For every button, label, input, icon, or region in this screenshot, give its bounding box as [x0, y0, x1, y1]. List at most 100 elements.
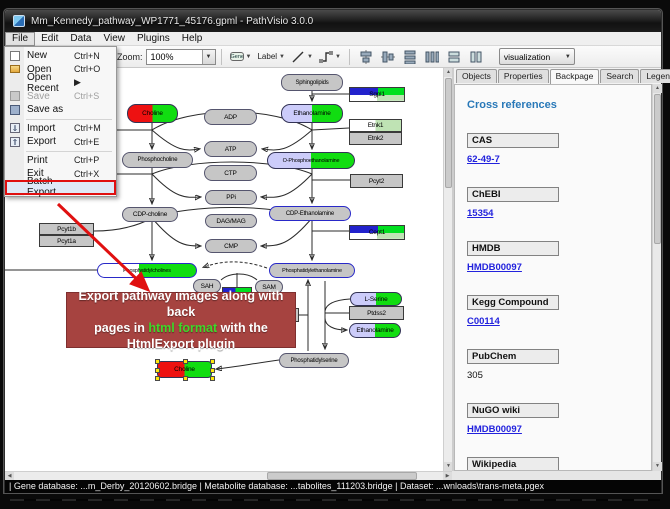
chevron-down-icon[interactable]: ▼	[307, 54, 313, 60]
scrollbar-thumb[interactable]	[654, 94, 661, 244]
xref-link[interactable]: HMDB00097	[467, 262, 651, 273]
menu-separator	[26, 119, 112, 120]
scroll-up-icon[interactable]: ▲	[653, 84, 662, 93]
chevron-down-icon[interactable]: ▼	[279, 54, 285, 60]
tab-properties[interactable]: Properties	[498, 69, 549, 83]
menu-shortcut: Ctrl+M	[74, 123, 112, 133]
pathway-node-sphingolipids[interactable]: Sphingolipids	[281, 74, 343, 91]
selection-handle[interactable]	[155, 376, 160, 381]
pathway-node-pcyt2[interactable]: Pcyt2	[350, 174, 403, 188]
pathway-node-adp[interactable]: ADP	[204, 109, 257, 125]
zoom-combobox[interactable]: 100% ▼	[146, 49, 216, 65]
pathway-node-ctp[interactable]: CTP	[204, 165, 257, 181]
common-height-icon[interactable]	[468, 49, 484, 65]
chevron-down-icon[interactable]: ▼	[335, 54, 341, 60]
pathway-node-ethanolamine[interactable]: Ethanolamine	[349, 323, 401, 338]
canvas-vertical-scrollbar[interactable]: ▲ ▼	[443, 68, 452, 471]
pathway-node-cmp[interactable]: CMP	[205, 239, 257, 253]
tab-objects[interactable]: Objects	[456, 69, 497, 83]
menu-view[interactable]: View	[97, 32, 131, 46]
xref-link[interactable]: C00114	[467, 316, 651, 327]
menu-file[interactable]: File	[5, 32, 35, 46]
selection-handle[interactable]	[183, 359, 188, 364]
selection-handle[interactable]	[155, 359, 160, 364]
align-horizontal-center-icon[interactable]	[358, 49, 374, 65]
file-menu-item-export[interactable]: ⇑ExportCtrl+E	[6, 135, 115, 149]
title-bar[interactable]: Mm_Kennedy_pathway_WP1771_45176.gpml - P…	[5, 10, 661, 32]
selection-handle[interactable]	[210, 368, 215, 373]
window-title: Mm_Kennedy_pathway_WP1771_45176.gpml - P…	[31, 16, 313, 27]
sidebar-tabs: ObjectsPropertiesBackpageSearchLegend	[456, 69, 670, 84]
xref-link[interactable]: 62-49-7	[467, 154, 651, 165]
pathway-node-phosphatidylcholines[interactable]: Phosphatidylcholines	[97, 263, 197, 278]
label-tool-text: Label	[257, 52, 277, 61]
pathway-node-choline[interactable]: Choline	[157, 361, 212, 378]
connector-tool-button[interactable]: ▼	[317, 48, 343, 66]
connector-icon	[319, 50, 333, 64]
menu-plugins[interactable]: Plugins	[131, 32, 176, 46]
distribute-vertical-icon[interactable]	[402, 49, 418, 65]
zoom-label: Zoom:	[117, 52, 143, 62]
pathway-node-l-serine[interactable]: L-Serine	[350, 292, 402, 306]
line-icon	[291, 50, 305, 64]
label-tool-button[interactable]: Label ▼	[255, 48, 287, 66]
tab-backpage[interactable]: Backpage	[550, 69, 600, 84]
xref-link[interactable]: 15354	[467, 208, 651, 219]
file-menu-item-import[interactable]: ⇓ImportCtrl+M	[6, 122, 115, 136]
zoom-value: 100%	[147, 52, 202, 62]
tab-search[interactable]: Search	[600, 69, 639, 83]
pathway-node-phosphocholine[interactable]: Phosphocholine	[122, 152, 193, 168]
align-vertical-center-icon[interactable]	[380, 49, 396, 65]
pathway-node-sgpl1[interactable]: Sgpl1	[349, 87, 405, 102]
chevron-down-icon[interactable]: ▼	[246, 54, 252, 60]
file-menu-item-batch-export[interactable]: Batch Export	[6, 181, 115, 195]
menu-shortcut: Ctrl+E	[74, 137, 112, 147]
pathway-node-ethanolamine[interactable]: Ethanolamine	[281, 104, 343, 123]
pathway-node-etnk1[interactable]: Etnk1	[349, 119, 402, 132]
backpage-section-kegg-compound: Kegg CompoundC00114	[467, 295, 651, 327]
pathway-node-etnk2[interactable]: Etnk2	[349, 132, 402, 145]
pathway-node-o-phosphoethanolamine[interactable]: O-Phosphoethanolamine	[267, 152, 355, 169]
selection-handle[interactable]	[155, 368, 160, 373]
chevron-down-icon[interactable]: ▼	[562, 54, 574, 60]
scroll-down-icon[interactable]: ▼	[653, 462, 662, 471]
canvas-horizontal-scrollbar[interactable]: ◀ ▶	[5, 471, 452, 480]
common-width-icon[interactable]	[446, 49, 462, 65]
selection-handle[interactable]	[210, 359, 215, 364]
distribute-horizontal-icon[interactable]	[424, 49, 440, 65]
pathway-node-cept1[interactable]: Cept1	[349, 225, 405, 240]
chevron-down-icon[interactable]: ▼	[202, 50, 215, 64]
menu-data[interactable]: Data	[64, 32, 97, 46]
visualization-combobox[interactable]: visualization ▼	[499, 48, 575, 65]
selection-handle[interactable]	[210, 376, 215, 381]
pathway-node-choline[interactable]: Choline	[127, 104, 178, 123]
pathway-node-atp[interactable]: ATP	[204, 141, 257, 157]
file-menu-item-print[interactable]: PrintCtrl+P	[6, 154, 115, 168]
tab-legend[interactable]: Legend	[640, 69, 670, 83]
file-menu-item-save-as[interactable]: Save as	[6, 103, 115, 117]
scroll-left-icon[interactable]: ◀	[5, 472, 14, 480]
pathway-node-phosphatidylethanolamine[interactable]: Phosphatidylethanolamine	[269, 263, 355, 278]
sidebar-vertical-scrollbar[interactable]: ▲ ▼	[652, 84, 661, 471]
pathway-node-cdp-choline[interactable]: CDP-choline	[122, 207, 178, 222]
pathway-node-pcyt1b[interactable]: Pcyt1b	[39, 223, 94, 235]
pathway-node-phosphatidylserine[interactable]: Phosphatidylserine	[279, 353, 349, 368]
file-menu-item-new[interactable]: NewCtrl+N	[6, 49, 115, 63]
line-tool-button[interactable]: ▼	[289, 48, 315, 66]
pathway-node-cdp-ethanolamine[interactable]: CDP-Ethanolamine	[269, 206, 351, 221]
selection-handle[interactable]	[183, 376, 188, 381]
menu-help[interactable]: Help	[176, 32, 209, 46]
scrollbar-thumb[interactable]	[267, 472, 417, 480]
pathway-node-pcyt1a[interactable]: Pcyt1a	[39, 235, 94, 247]
file-menu-item-save[interactable]: SaveCtrl+S	[6, 90, 115, 104]
xref-link[interactable]: HMDB00097	[467, 424, 651, 435]
pathway-node-ppi[interactable]: PPi	[205, 190, 257, 205]
pathway-node-ptdss2[interactable]: Ptdss2	[349, 306, 404, 320]
scroll-right-icon[interactable]: ▶	[443, 472, 452, 480]
pathway-node-dag-mag[interactable]: DAG/MAG	[205, 214, 257, 228]
menu-edit[interactable]: Edit	[35, 32, 64, 46]
file-menu-dropdown: NewCtrl+NOpenCtrl+OOpen Recent▶SaveCtrl+…	[4, 46, 117, 197]
file-menu-item-open-recent[interactable]: Open Recent▶	[6, 76, 115, 90]
scrollbar-thumb[interactable]	[445, 78, 452, 188]
datanode-tool-button[interactable]: Gene ▼	[228, 48, 254, 66]
